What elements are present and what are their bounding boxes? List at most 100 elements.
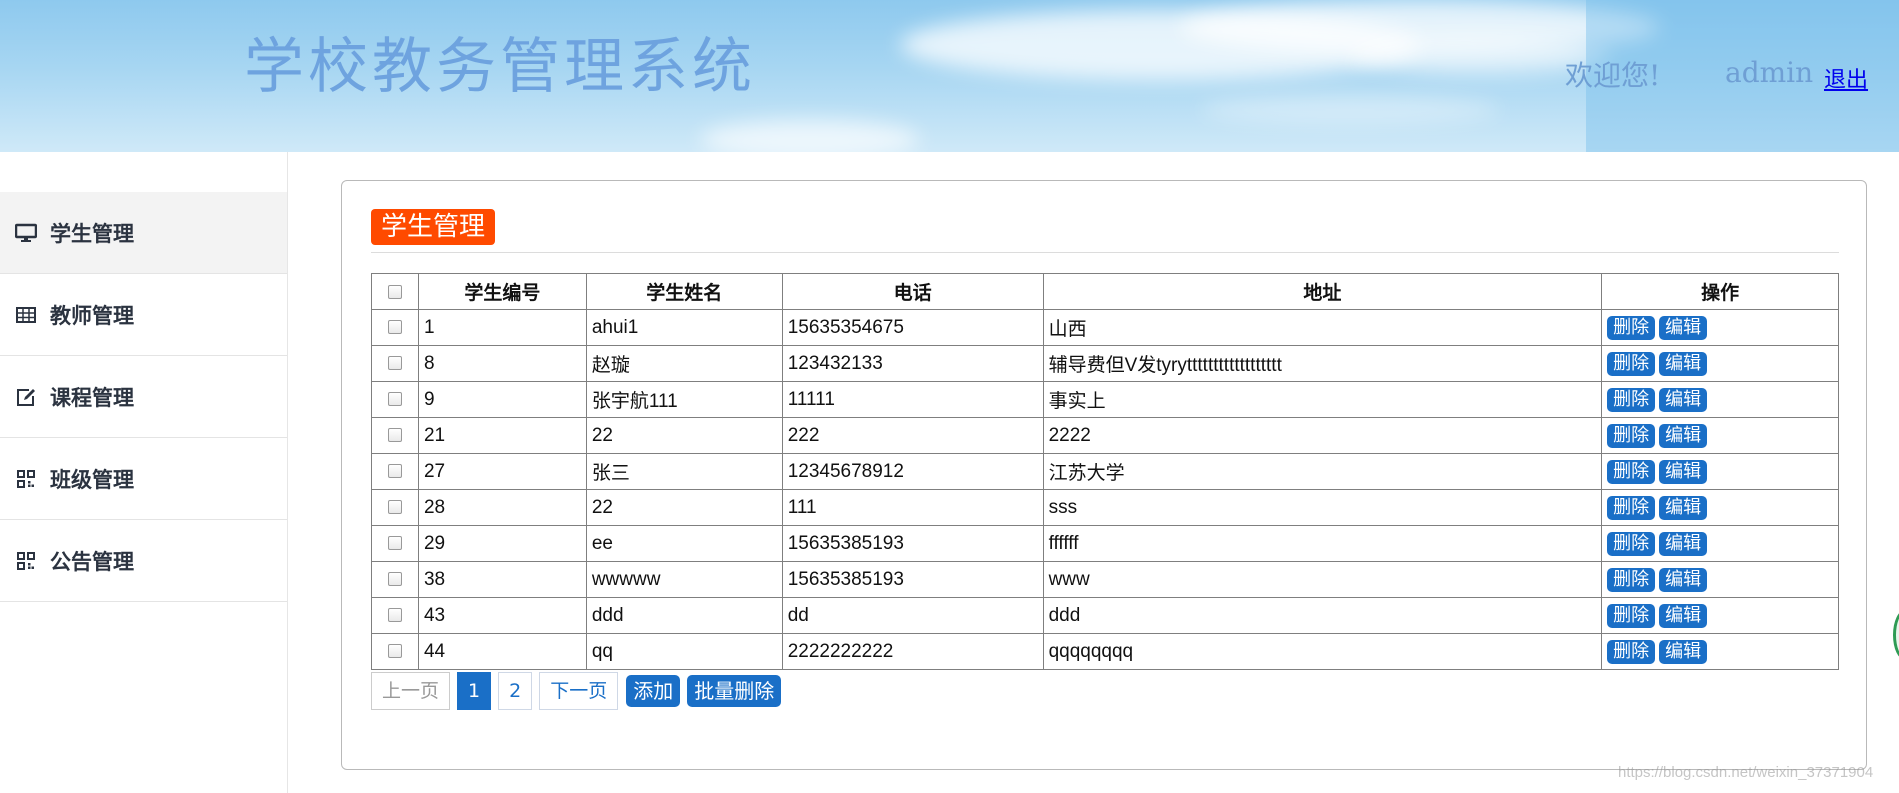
row-checkbox-cell[interactable] — [371, 489, 419, 526]
sidebar-item-student[interactable]: 学生管理 — [0, 192, 287, 274]
delete-button[interactable]: 删除 — [1607, 351, 1656, 376]
table-row: 28 22 111 sss 删除 编辑 — [371, 489, 1839, 526]
edit-button[interactable]: 编辑 — [1659, 603, 1708, 628]
table-row: 21 22 222 2222 删除 编辑 — [371, 417, 1839, 454]
delete-button[interactable]: 删除 — [1607, 459, 1656, 484]
sidebar-item-class[interactable]: 班级管理 — [0, 438, 287, 520]
delete-button[interactable]: 删除 — [1607, 423, 1656, 448]
cell-actions: 删除 编辑 — [1601, 561, 1839, 598]
add-button[interactable]: 添加 — [626, 675, 681, 707]
table-row: 44 qq 2222222222 qqqqqqqq 删除 编辑 — [371, 633, 1839, 670]
row-checkbox[interactable] — [387, 392, 402, 407]
delete-button[interactable]: 删除 — [1607, 531, 1656, 556]
column-header-id: 学生编号 — [417, 273, 587, 310]
cell-id: 43 — [417, 597, 587, 634]
cell-phone: 12345678912 — [781, 453, 1044, 490]
logout-link[interactable]: 退出 — [1824, 62, 1868, 94]
edit-button[interactable]: 编辑 — [1659, 459, 1708, 484]
page-button-2[interactable]: 2 — [498, 672, 533, 710]
qrcode-icon — [14, 469, 38, 489]
row-checkbox[interactable] — [387, 320, 402, 335]
edit-button[interactable]: 编辑 — [1659, 315, 1708, 340]
sidebar-item-label: 教师管理 — [50, 303, 134, 328]
table-row: 1 ahui1 15635354675 山西 删除 编辑 — [371, 309, 1839, 346]
delete-button[interactable]: 删除 — [1607, 495, 1656, 520]
sidebar-item-label: 学生管理 — [50, 221, 134, 246]
sidebar-item-notice[interactable]: 公告管理 — [0, 520, 287, 602]
row-checkbox-cell[interactable] — [371, 561, 419, 598]
row-checkbox-cell[interactable] — [371, 381, 419, 418]
edit-button[interactable]: 编辑 — [1659, 423, 1708, 448]
select-all-checkbox-cell[interactable] — [371, 273, 419, 310]
row-checkbox[interactable] — [387, 428, 402, 443]
cell-actions: 删除 编辑 — [1601, 489, 1839, 526]
row-checkbox-cell[interactable] — [371, 525, 419, 562]
sidebar-item-teacher[interactable]: 教师管理 — [0, 274, 287, 356]
row-checkbox[interactable] — [387, 356, 402, 371]
select-all-checkbox[interactable] — [387, 285, 402, 299]
panel-title: 学生管理 — [371, 209, 496, 245]
table-row: 9 张宇航111 11111 事实上 删除 编辑 — [371, 381, 1839, 418]
row-checkbox[interactable] — [387, 536, 402, 551]
cell-id: 1 — [417, 309, 587, 346]
cell-name: 张三 — [585, 453, 783, 490]
batch-delete-button[interactable]: 批量删除 — [687, 675, 782, 707]
edit-button[interactable]: 编辑 — [1659, 567, 1708, 592]
row-checkbox-cell[interactable] — [371, 345, 419, 382]
cell-name: ahui1 — [585, 309, 783, 346]
delete-button[interactable]: 删除 — [1607, 387, 1656, 412]
row-checkbox-cell[interactable] — [371, 633, 419, 670]
row-checkbox[interactable] — [387, 644, 402, 659]
floating-widget-edge[interactable] — [1893, 610, 1899, 660]
cell-id: 21 — [417, 417, 587, 454]
edit-button[interactable]: 编辑 — [1659, 531, 1708, 556]
cell-actions: 删除 编辑 — [1601, 453, 1839, 490]
row-checkbox-cell[interactable] — [371, 417, 419, 454]
cell-address: sss — [1042, 489, 1603, 526]
qrcode-icon — [14, 551, 38, 571]
app-title: 学校教务管理系统 — [244, 32, 756, 102]
next-page-button[interactable]: 下一页 — [539, 672, 619, 710]
cell-phone: 2222222222 — [781, 633, 1044, 670]
row-checkbox-cell[interactable] — [371, 453, 419, 490]
cell-address: 山西 — [1042, 309, 1603, 346]
row-checkbox[interactable] — [387, 572, 402, 587]
cell-phone: 11111 — [781, 381, 1044, 418]
cell-address: 2222 — [1042, 417, 1603, 454]
row-checkbox-cell[interactable] — [371, 309, 419, 346]
cell-id: 28 — [417, 489, 587, 526]
cell-name: 22 — [585, 489, 783, 526]
cell-phone: 15635354675 — [781, 309, 1044, 346]
delete-button[interactable]: 删除 — [1607, 315, 1656, 340]
row-checkbox[interactable] — [387, 464, 402, 479]
edit-button[interactable]: 编辑 — [1659, 387, 1708, 412]
prev-page-button[interactable]: 上一页 — [371, 672, 451, 710]
cell-name: wwwww — [585, 561, 783, 598]
cell-actions: 删除 编辑 — [1601, 381, 1839, 418]
sidebar: 学生管理 教师管理 课程管理 班级管理 公告管理 — [0, 152, 288, 793]
delete-button[interactable]: 删除 — [1607, 567, 1656, 592]
column-header-address: 地址 — [1042, 273, 1603, 310]
delete-button[interactable]: 删除 — [1607, 639, 1656, 664]
cell-name: qq — [585, 633, 783, 670]
edit-button[interactable]: 编辑 — [1659, 495, 1708, 520]
row-checkbox[interactable] — [387, 500, 402, 515]
table-row: 27 张三 12345678912 江苏大学 删除 编辑 — [371, 453, 1839, 490]
column-header-name: 学生姓名 — [585, 273, 783, 310]
sidebar-item-course[interactable]: 课程管理 — [0, 356, 287, 438]
cell-actions: 删除 编辑 — [1601, 633, 1839, 670]
table-row: 8 赵璇 123432133 辅导费但V发tyryttttttttttttttt… — [371, 345, 1839, 382]
column-header-actions: 操作 — [1601, 273, 1839, 310]
edit-button[interactable]: 编辑 — [1659, 351, 1708, 376]
cell-actions: 删除 编辑 — [1601, 417, 1839, 454]
page-button-1[interactable]: 1 — [457, 672, 492, 710]
username: admin — [1725, 56, 1814, 89]
cell-name: ee — [585, 525, 783, 562]
monitor-icon — [14, 223, 38, 243]
cell-phone: 15635385193 — [781, 525, 1044, 562]
row-checkbox-cell[interactable] — [371, 597, 419, 634]
table-icon — [14, 305, 38, 325]
delete-button[interactable]: 删除 — [1607, 603, 1656, 628]
edit-button[interactable]: 编辑 — [1659, 639, 1708, 664]
row-checkbox[interactable] — [387, 608, 402, 623]
